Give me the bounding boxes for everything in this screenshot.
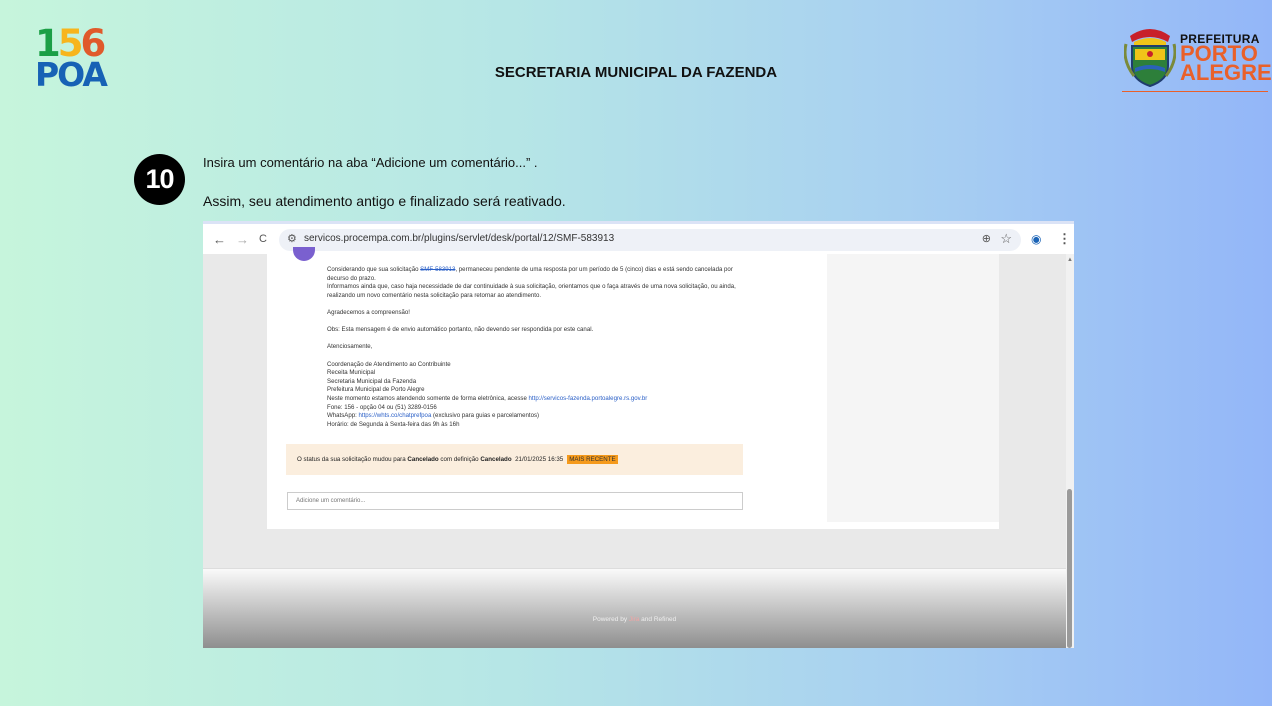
signature-line: Horário: de Segunda à Sexta-feira das 9h…: [327, 420, 460, 428]
logo-porto-alegre-text: PORTO ALEGRE: [1180, 43, 1272, 85]
whatsapp-link[interactable]: https://whts.co/chatprefpoa: [359, 412, 432, 419]
signature-line: Secretaria Municipal da Fazenda: [327, 377, 417, 385]
browser-toolbar: ← → C ⚙ servicos.procempa.com.br/plugins…: [203, 221, 1074, 254]
message-text: Considerando que sua solicitação: [327, 266, 421, 273]
logo-156-poa: 156 POA: [35, 25, 110, 94]
signature-line: Receita Municipal: [327, 369, 376, 377]
logo-alegre-text: ALEGRE: [1180, 60, 1272, 85]
fazenda-portal-link[interactable]: http://servicos-fazenda.portoalegre.rs.g…: [529, 395, 648, 402]
signature-line: Neste momento estamos atendendo somente …: [327, 395, 747, 404]
resolution-value: Cancelado: [480, 456, 512, 463]
request-card: Considerando que sua solicitação SMF-583…: [267, 247, 999, 529]
signature-line: Prefeitura Municipal de Porto Alegre: [327, 386, 425, 394]
reload-icon[interactable]: C: [259, 233, 267, 245]
signature-line: WhatsApp: https://whts.co/chatprefpoa (e…: [327, 412, 747, 421]
logo-prefeitura-porto-alegre: PREFEITURA PORTO ALEGRE: [1120, 24, 1272, 96]
back-arrow-icon[interactable]: ←: [213, 232, 226, 247]
request-sidebar: [827, 254, 999, 522]
jira-link[interactable]: Jira: [629, 616, 639, 623]
step-number-badge: 10: [134, 154, 185, 205]
status-text: O status da sua solicitação mudou para C…: [297, 455, 618, 464]
auto-message: Considerando que sua solicitação SMF-583…: [327, 266, 747, 429]
signature-line: Coordenação de Atendimento ao Contribuin…: [327, 360, 451, 368]
powered-by-and: and: [639, 616, 654, 623]
message-paragraph-3: Agradecemos a compreensão!: [327, 308, 410, 316]
message-paragraph-2: Informamos ainda que, caso haja necessid…: [327, 283, 736, 299]
avatar: [293, 247, 315, 261]
url-text: servicos.procempa.com.br/plugins/servlet…: [304, 233, 615, 244]
scrollbar-thumb[interactable]: [1067, 489, 1072, 648]
ticket-link[interactable]: SMF-583913: [420, 266, 455, 273]
status-timestamp: 21/01/2025 16:35: [515, 456, 564, 463]
page-scrollbar[interactable]: ▲: [1066, 254, 1074, 648]
zoom-icon[interactable]: ⊕: [982, 232, 991, 245]
logo-underline: [1122, 91, 1268, 92]
message-paragraph-4: Obs: Esta mensagem é de envio automático…: [327, 326, 594, 334]
message-paragraph-5: Atenciosamente,: [327, 343, 373, 351]
add-comment-input[interactable]: Adicione um comentário...: [287, 492, 743, 510]
forward-arrow-icon[interactable]: →: [236, 232, 249, 247]
address-bar[interactable]: ⚙ servicos.procempa.com.br/plugins/servl…: [279, 229, 1021, 251]
profile-icon[interactable]: ◉: [1031, 232, 1041, 246]
instruction-line-2: Assim, seu atendimento antigo e finaliza…: [203, 193, 566, 209]
status-change-banner: O status da sua solicitação mudou para C…: [286, 444, 743, 475]
coat-of-arms-icon: [1124, 29, 1176, 88]
powered-by-text: Powered by Jira and Refined: [203, 616, 1066, 623]
scroll-up-icon[interactable]: ▲: [1067, 257, 1073, 263]
refined-link[interactable]: Refined: [654, 616, 676, 623]
site-settings-icon[interactable]: ⚙: [287, 232, 297, 245]
signature-text: Neste momento estamos atendendo somente …: [327, 394, 529, 402]
signature-text: WhatsApp:: [327, 412, 359, 420]
status-prefix: O status da sua solicitação mudou para: [297, 456, 408, 463]
most-recent-badge: MAIS RECENTE: [567, 455, 618, 464]
menu-kebab-icon[interactable]: ⋮: [1058, 231, 1071, 247]
status-value: Cancelado: [407, 456, 439, 463]
message-paragraph-1: Considerando que sua solicitação SMF-583…: [327, 266, 747, 283]
powered-by-label: Powered by: [592, 616, 629, 623]
signature-text: (exclusivo para guias e parcelamentos): [431, 412, 540, 420]
instruction-line-1: Insira um comentário na aba “Adicione um…: [203, 155, 538, 170]
bookmark-star-icon[interactable]: ☆: [1000, 231, 1012, 247]
portal-footer: Powered by Jira and Refined: [203, 568, 1066, 648]
browser-screenshot: ← → C ⚙ servicos.procempa.com.br/plugins…: [203, 221, 1074, 648]
page-title: SECRETARIA MUNICIPAL DA FAZENDA: [494, 64, 778, 81]
signature-line: Fone: 156 - opção 04 ou (51) 3289-0156: [327, 403, 437, 411]
status-middle: com definição: [438, 456, 481, 463]
